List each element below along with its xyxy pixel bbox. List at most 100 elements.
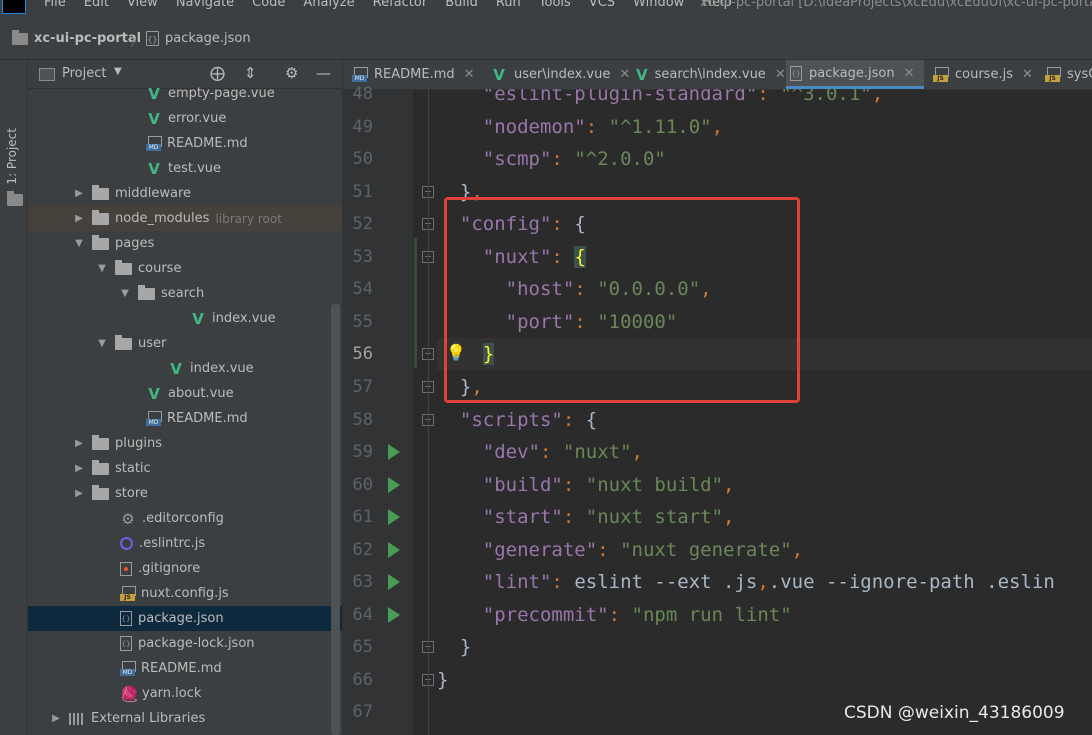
menu-item[interactable]: Run (496, 0, 521, 10)
tree-item[interactable]: ▶ static (28, 456, 342, 481)
tree-item[interactable]: ▶ store (28, 481, 342, 506)
tree-item[interactable]: {} package.json (28, 606, 342, 631)
code-line[interactable]: "eslint-plugin-standard": "^3.0.1", (437, 89, 1092, 110)
code-line[interactable]: "lint": eslint --ext .js,.vue --ignore-p… (437, 566, 1092, 598)
tree-item-label: .eslintrc.js (139, 536, 206, 551)
code-line[interactable]: "build": "nuxt build", (437, 469, 1092, 501)
editor-tab[interactable]: {} package.json ✕ (786, 60, 924, 89)
code-line[interactable]: "precommit": "npm run lint" (437, 599, 1092, 631)
tree-item[interactable]: Vempty-page.vue (28, 81, 342, 106)
tree-item[interactable]: ▼ user (28, 331, 342, 356)
editor-tab[interactable]: JS sysC (1041, 60, 1092, 89)
collapse-arrow-icon[interactable]: ▶ (74, 463, 84, 474)
collapse-all-icon[interactable]: ⇕ (244, 64, 257, 82)
git-icon (120, 561, 132, 576)
project-view-selector[interactable]: Project (62, 66, 106, 81)
tree-item[interactable]: Verror.vue (28, 106, 342, 131)
menu-item[interactable]: Refactor (373, 0, 428, 10)
code-editor[interactable]: "eslint-plugin-standard": "^3.0.1", "nod… (413, 89, 1092, 735)
code-line[interactable]: "nodemon": "^1.11.0", (437, 111, 1092, 143)
project-tool-tab[interactable]: 1: Project (5, 128, 19, 185)
close-icon[interactable]: ✕ (1022, 67, 1033, 82)
tree-item[interactable]: Vindex.vue (28, 356, 342, 381)
tree-item[interactable]: ▶ External Libraries (28, 706, 342, 731)
collapse-arrow-icon[interactable]: ▶ (74, 213, 84, 224)
code-line[interactable]: "dev": "nuxt", (437, 436, 1092, 468)
collapse-arrow-icon[interactable]: ▶ (74, 488, 84, 499)
tool-window-strip: 1: Project (0, 60, 28, 735)
editor-tab[interactable]: Vuser\index.vue ✕ (487, 60, 631, 89)
close-icon[interactable]: ✕ (619, 67, 630, 82)
tree-item[interactable]: {} package-lock.json (28, 631, 342, 656)
tree-item[interactable]: MD README.md (28, 656, 342, 681)
close-icon[interactable]: ✕ (775, 67, 786, 82)
tree-item[interactable]: ▼ course (28, 256, 342, 281)
menu-item[interactable]: Navigate (176, 0, 234, 10)
expand-arrow-icon[interactable]: ▼ (97, 338, 107, 349)
tree-item[interactable]: ▼ search (28, 281, 342, 306)
menu-item[interactable]: Edit (84, 0, 109, 10)
menu-item[interactable]: File (44, 0, 66, 10)
collapse-arrow-icon[interactable]: ▶ (74, 188, 84, 199)
tree-item[interactable]: .gitignore (28, 556, 342, 581)
tree-item[interactable]: ⚙ .editorconfig (28, 506, 342, 531)
editor-tab[interactable]: Vsearch\index.vue ✕ (632, 60, 786, 89)
minimize-icon[interactable]: — (316, 64, 331, 82)
run-script-icon[interactable] (388, 509, 400, 526)
tree-item[interactable]: .eslintrc.js (28, 531, 342, 556)
expand-arrow-icon[interactable]: ▼ (97, 263, 107, 274)
code-line[interactable]: } (437, 631, 1092, 663)
menu-item[interactable]: View (127, 0, 158, 10)
expand-arrow-icon[interactable]: ▼ (120, 288, 130, 299)
gear-icon[interactable]: ⚙ (285, 64, 298, 82)
tree-item-label: test.vue (168, 161, 222, 176)
run-script-icon[interactable] (388, 444, 400, 461)
menu-item[interactable]: Code (252, 0, 285, 10)
run-script-icon[interactable] (388, 476, 400, 493)
line-number: 58 (352, 409, 373, 430)
expand-arrow-icon[interactable]: ▼ (74, 238, 84, 249)
tree-item[interactable]: Vabout.vue (28, 381, 342, 406)
tree-item[interactable]: ▶ node_modules library root (28, 206, 342, 231)
close-icon[interactable]: ✕ (464, 67, 475, 82)
tree-scrollbar[interactable] (331, 304, 340, 735)
run-script-icon[interactable] (388, 574, 400, 591)
line-number: 60 (352, 474, 373, 495)
code-line[interactable]: "start": "nuxt start", (437, 501, 1092, 533)
tree-item[interactable]: Vtest.vue (28, 156, 342, 181)
run-script-icon[interactable] (388, 541, 400, 558)
menu-item[interactable]: Build (445, 0, 478, 10)
tree-item[interactable]: ▶ plugins (28, 431, 342, 456)
collapse-arrow-icon[interactable]: ▶ (51, 713, 61, 724)
locate-file-icon[interactable]: ⨁ (210, 64, 225, 82)
tree-item[interactable]: ▶ middleware (28, 181, 342, 206)
breadcrumb-file[interactable]: {} package.json (146, 31, 251, 46)
code-line[interactable]: "generate": "nuxt generate", (437, 534, 1092, 566)
code-line[interactable]: "scmp": "^2.0.0" (437, 143, 1092, 175)
tree-item[interactable]: MD README.md (28, 406, 342, 431)
folder-icon (92, 484, 109, 500)
code-line[interactable]: } (437, 664, 1092, 696)
tree-item-label: about.vue (168, 386, 234, 401)
vue-icon: V (148, 384, 160, 403)
tree-item[interactable]: JS nuxt.config.js (28, 581, 342, 606)
menu-item[interactable]: Window (633, 0, 684, 10)
menu-item[interactable]: VCS (589, 0, 615, 10)
editor-tab[interactable]: JS course.js ✕ (929, 60, 1041, 89)
yarn-icon: 🧶 (120, 684, 139, 703)
collapse-arrow-icon[interactable]: ▶ (74, 438, 84, 449)
menu-item[interactable]: Analyze (303, 0, 354, 10)
code-line[interactable]: "scripts": { (437, 404, 1092, 436)
run-script-icon[interactable] (388, 606, 400, 623)
close-icon[interactable]: ✕ (904, 66, 915, 81)
editor-tab-label: package.json (809, 65, 895, 81)
breadcrumb-separator-icon: 〉 (130, 35, 144, 50)
tree-item[interactable]: 🧶 yarn.lock (28, 681, 342, 706)
breadcrumb-project[interactable]: xc-ui-pc-portal (12, 29, 141, 46)
chevron-down-icon[interactable]: ▼ (114, 66, 122, 77)
tree-item[interactable]: MD README.md (28, 131, 342, 156)
tree-item[interactable]: Vindex.vue (28, 306, 342, 331)
menu-item[interactable]: Tools (539, 0, 571, 10)
tree-item[interactable]: ▼ pages (28, 231, 342, 256)
tree-item-label: middleware (115, 186, 192, 201)
